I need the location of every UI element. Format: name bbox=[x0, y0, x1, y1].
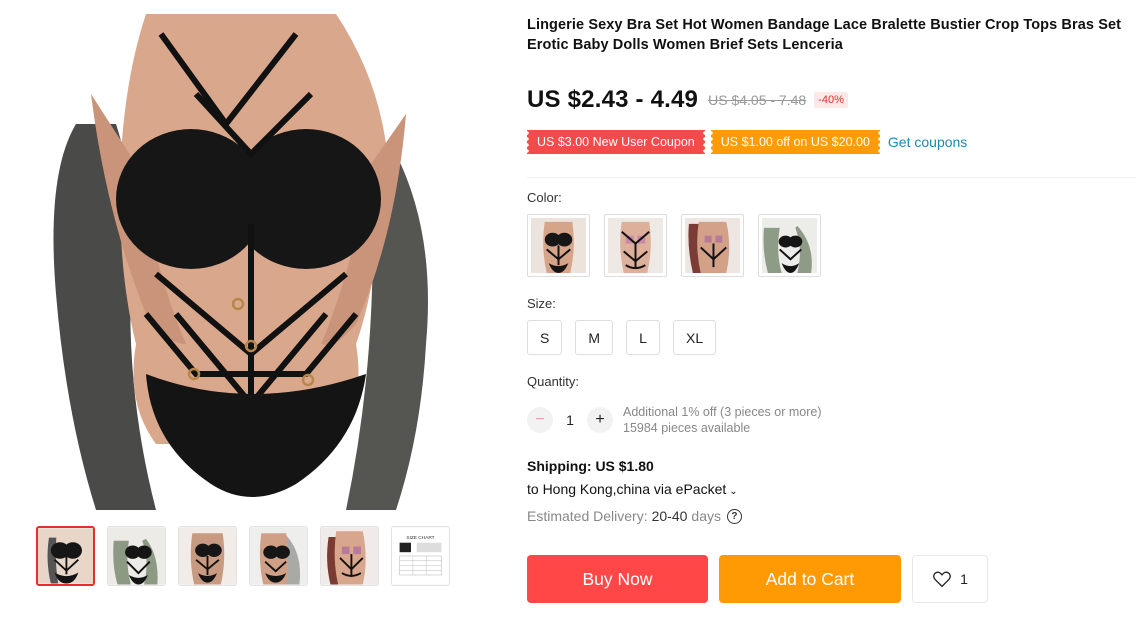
shipping-cost: US $1.80 bbox=[595, 458, 654, 474]
size-chart-label: SIZE CHART bbox=[406, 535, 434, 541]
shipping-label: Shipping: bbox=[527, 458, 592, 474]
color-swatch-4[interactable] bbox=[758, 214, 821, 277]
thumbnail-4[interactable] bbox=[249, 526, 308, 586]
color-swatch-2[interactable] bbox=[604, 214, 667, 277]
product-title: Lingerie Sexy Bra Set Hot Women Bandage … bbox=[527, 17, 1122, 53]
delivery-range: 20-40 bbox=[651, 508, 688, 524]
divider bbox=[527, 177, 1136, 178]
quantity-decrease-button[interactable]: − bbox=[527, 407, 553, 433]
estimated-delivery: Estimated Delivery: 20-40 days ? bbox=[527, 508, 742, 524]
shipping-price: Shipping: US $1.80 bbox=[527, 458, 654, 474]
discount-badge: -40% bbox=[814, 92, 848, 108]
quantity-label: Quantity: bbox=[527, 374, 580, 389]
shipping-destination: to Hong Kong,china via ePacket bbox=[527, 481, 727, 497]
size-option-s[interactable]: S bbox=[527, 320, 563, 355]
price-row: US $2.43 - 4.49 US $4.05 - 7.48 -40% bbox=[527, 86, 848, 114]
chevron-down-icon: ⌄ bbox=[729, 486, 738, 497]
quantity-stepper: − 1 + Additional 1% off (3 pieces or mor… bbox=[527, 404, 821, 436]
buy-now-button[interactable]: Buy Now bbox=[527, 555, 708, 603]
get-coupons-link[interactable]: Get coupons bbox=[888, 134, 967, 150]
thumbnail-2[interactable] bbox=[107, 526, 166, 586]
color-swatch-1[interactable] bbox=[527, 214, 590, 277]
size-option-xl[interactable]: XL bbox=[673, 320, 717, 355]
thumbnail-size-chart[interactable]: SIZE CHART bbox=[391, 526, 450, 586]
color-label: Color: bbox=[527, 190, 562, 205]
heart-icon bbox=[933, 571, 952, 588]
thumbnail-strip: SIZE CHART bbox=[36, 526, 450, 586]
wishlist-count: 1 bbox=[960, 571, 968, 587]
size-option-l[interactable]: L bbox=[626, 320, 661, 355]
store-coupon[interactable]: US $1.00 off on US $20.00 bbox=[710, 130, 880, 154]
color-swatch-3[interactable] bbox=[681, 214, 744, 277]
coupon-row: US $3.00 New User Coupon US $1.00 off on… bbox=[527, 130, 967, 154]
new-user-coupon[interactable]: US $3.00 New User Coupon bbox=[527, 130, 705, 154]
original-price: US $4.05 - 7.48 bbox=[708, 92, 807, 108]
thumbnail-3[interactable] bbox=[178, 526, 237, 586]
wishlist-button[interactable]: 1 bbox=[912, 555, 988, 603]
size-option-m[interactable]: M bbox=[575, 320, 614, 355]
add-to-cart-button[interactable]: Add to Cart bbox=[719, 555, 901, 603]
quantity-note: Additional 1% off (3 pieces or more) 159… bbox=[623, 404, 821, 436]
stock-available-note: 15984 pieces available bbox=[623, 421, 751, 435]
action-buttons: Buy Now Add to Cart 1 bbox=[527, 555, 988, 603]
color-swatches bbox=[527, 214, 821, 277]
delivery-label: Estimated Delivery: bbox=[527, 508, 648, 524]
size-label: Size: bbox=[527, 296, 556, 311]
bulk-discount-note: Additional 1% off (3 pieces or more) bbox=[623, 405, 822, 419]
thumbnail-5[interactable] bbox=[320, 526, 379, 586]
quantity-increase-button[interactable]: + bbox=[587, 407, 613, 433]
question-circle-icon[interactable]: ? bbox=[726, 508, 742, 524]
shipping-destination-selector[interactable]: to Hong Kong,china via ePacket ⌄ bbox=[527, 481, 738, 497]
current-price: US $2.43 - 4.49 bbox=[527, 86, 699, 113]
delivery-unit: days bbox=[691, 508, 721, 524]
main-product-image[interactable] bbox=[36, 14, 456, 510]
thumbnail-1[interactable] bbox=[36, 526, 95, 586]
size-options: S M L XL bbox=[527, 320, 717, 355]
quantity-value[interactable]: 1 bbox=[553, 412, 587, 428]
